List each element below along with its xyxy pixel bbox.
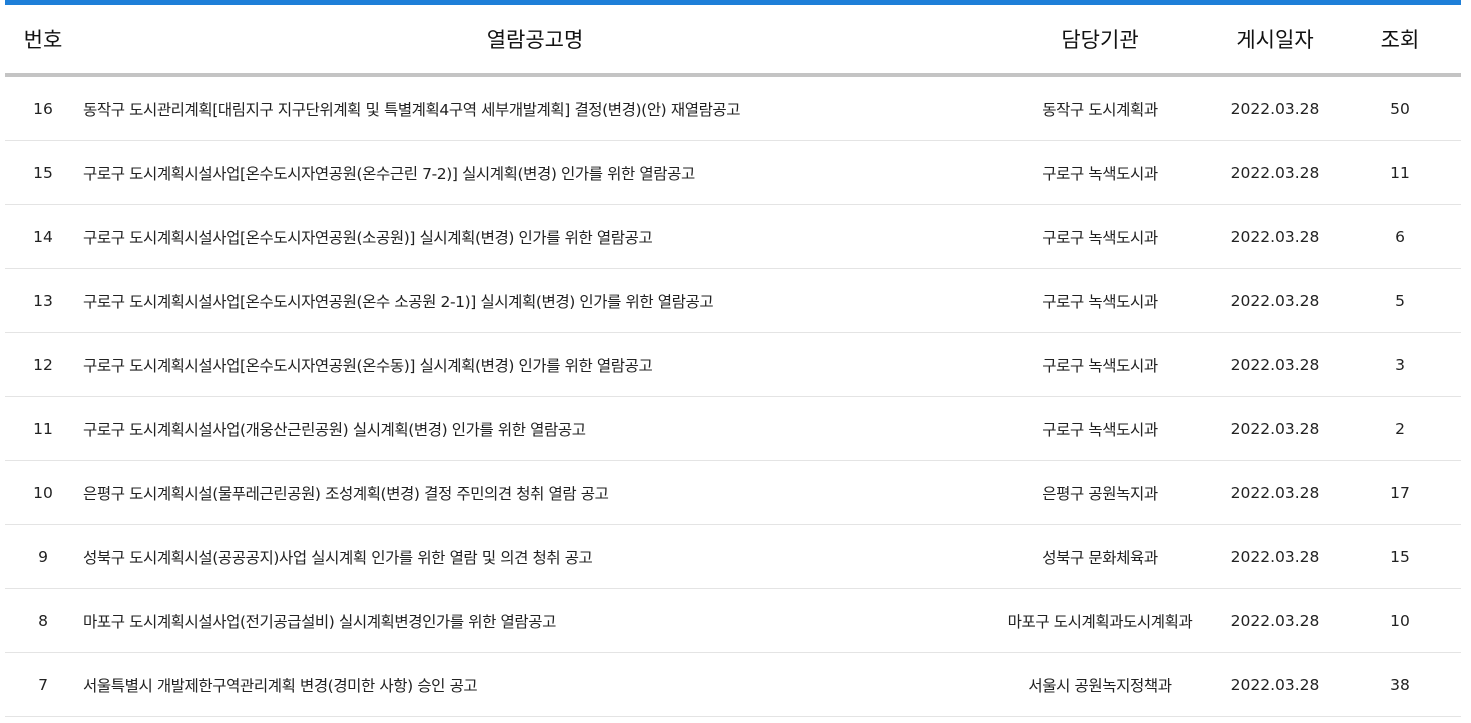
row-views: 10	[1339, 588, 1461, 653]
row-views: 11	[1339, 140, 1461, 205]
table-row[interactable]: 13 구로구 도시계획시설사업[온수도시자연공원(온수 소공원 2-1)] 실시…	[5, 268, 1461, 333]
row-number: 7	[5, 652, 81, 717]
row-number: 13	[5, 268, 81, 333]
row-number: 12	[5, 332, 81, 397]
row-views: 17	[1339, 460, 1461, 525]
row-date: 2022.03.28	[1211, 524, 1339, 589]
header-date: 게시일자	[1211, 5, 1339, 77]
row-date: 2022.03.28	[1211, 460, 1339, 525]
row-number: 14	[5, 204, 81, 269]
row-views: 6	[1339, 204, 1461, 269]
row-title-cell: 마포구 도시계획시설사업(전기공급설비) 실시계획변경인가를 위한 열람공고	[81, 588, 989, 653]
row-number: 15	[5, 140, 81, 205]
header-dept: 담당기관	[989, 5, 1211, 77]
row-title-link[interactable]: 서울특별시 개발제한구역관리계획 변경(경미한 사항) 승인 공고	[83, 677, 478, 695]
row-title-link[interactable]: 마포구 도시계획시설사업(전기공급설비) 실시계획변경인가를 위한 열람공고	[83, 613, 556, 631]
table-row[interactable]: 14 구로구 도시계획시설사업[온수도시자연공원(소공원)] 실시계획(변경) …	[5, 204, 1461, 269]
notice-table: 번호 열람공고명 담당기관 게시일자 조회 16 동작구 도시관리계획[대림지구…	[5, 5, 1461, 717]
row-views: 50	[1339, 75, 1461, 141]
row-title-link[interactable]: 구로구 도시계획시설사업[온수도시자연공원(온수동)] 실시계획(변경) 인가를…	[83, 357, 653, 375]
header-num: 번호	[5, 5, 81, 77]
row-dept: 성북구 문화체육과	[989, 524, 1211, 589]
row-date: 2022.03.28	[1211, 75, 1339, 141]
row-dept: 구로구 녹색도시과	[989, 204, 1211, 269]
row-title-link[interactable]: 은평구 도시계획시설(물푸레근린공원) 조성계획(변경) 결정 주민의견 청취 …	[83, 485, 609, 503]
row-dept: 구로구 녹색도시과	[989, 268, 1211, 333]
row-date: 2022.03.28	[1211, 332, 1339, 397]
table-row[interactable]: 11 구로구 도시계획시설사업(개웅산근린공원) 실시계획(변경) 인가를 위한…	[5, 396, 1461, 461]
row-number: 11	[5, 396, 81, 461]
table-body: 16 동작구 도시관리계획[대림지구 지구단위계획 및 특별계획4구역 세부개발…	[5, 75, 1461, 717]
row-title-link[interactable]: 성북구 도시계획시설(공공공지)사업 실시계획 인가를 위한 열람 및 의견 청…	[83, 549, 593, 567]
row-title-cell: 구로구 도시계획시설사업[온수도시자연공원(소공원)] 실시계획(변경) 인가를…	[81, 204, 989, 269]
table-row[interactable]: 10 은평구 도시계획시설(물푸레근린공원) 조성계획(변경) 결정 주민의견 …	[5, 460, 1461, 525]
row-date: 2022.03.28	[1211, 588, 1339, 653]
row-title-cell: 서울특별시 개발제한구역관리계획 변경(경미한 사항) 승인 공고	[81, 652, 989, 717]
row-title-cell: 동작구 도시관리계획[대림지구 지구단위계획 및 특별계획4구역 세부개발계획]…	[81, 75, 989, 141]
row-dept: 구로구 녹색도시과	[989, 396, 1211, 461]
row-title-cell: 구로구 도시계획시설사업[온수도시자연공원(온수동)] 실시계획(변경) 인가를…	[81, 332, 989, 397]
row-dept: 동작구 도시계획과	[989, 75, 1211, 141]
table-row[interactable]: 9 성북구 도시계획시설(공공공지)사업 실시계획 인가를 위한 열람 및 의견…	[5, 524, 1461, 589]
row-title-cell: 은평구 도시계획시설(물푸레근린공원) 조성계획(변경) 결정 주민의견 청취 …	[81, 460, 989, 525]
notice-board: 번호 열람공고명 담당기관 게시일자 조회 16 동작구 도시관리계획[대림지구…	[5, 0, 1461, 717]
row-views: 3	[1339, 332, 1461, 397]
row-date: 2022.03.28	[1211, 396, 1339, 461]
row-title-link[interactable]: 구로구 도시계획시설사업(개웅산근린공원) 실시계획(변경) 인가를 위한 열람…	[83, 421, 586, 439]
row-date: 2022.03.28	[1211, 204, 1339, 269]
header-views: 조회	[1339, 5, 1461, 77]
row-dept: 서울시 공원녹지정책과	[989, 652, 1211, 717]
row-views: 38	[1339, 652, 1461, 717]
row-title-link[interactable]: 구로구 도시계획시설사업[온수도시자연공원(온수 소공원 2-1)] 실시계획(…	[83, 293, 714, 311]
row-date: 2022.03.28	[1211, 140, 1339, 205]
row-title-cell: 구로구 도시계획시설사업(개웅산근린공원) 실시계획(변경) 인가를 위한 열람…	[81, 396, 989, 461]
table-row[interactable]: 12 구로구 도시계획시설사업[온수도시자연공원(온수동)] 실시계획(변경) …	[5, 332, 1461, 397]
row-title-link[interactable]: 동작구 도시관리계획[대림지구 지구단위계획 및 특별계획4구역 세부개발계획]…	[83, 101, 741, 119]
row-date: 2022.03.28	[1211, 268, 1339, 333]
table-row[interactable]: 16 동작구 도시관리계획[대림지구 지구단위계획 및 특별계획4구역 세부개발…	[5, 75, 1461, 141]
row-dept: 구로구 녹색도시과	[989, 332, 1211, 397]
row-dept: 마포구 도시계획과도시계획과	[989, 588, 1211, 653]
row-title-link[interactable]: 구로구 도시계획시설사업[온수도시자연공원(소공원)] 실시계획(변경) 인가를…	[83, 229, 653, 247]
row-date: 2022.03.28	[1211, 652, 1339, 717]
row-title-cell: 성북구 도시계획시설(공공공지)사업 실시계획 인가를 위한 열람 및 의견 청…	[81, 524, 989, 589]
header-title: 열람공고명	[81, 5, 989, 77]
table-row[interactable]: 7 서울특별시 개발제한구역관리계획 변경(경미한 사항) 승인 공고 서울시 …	[5, 652, 1461, 717]
row-number: 9	[5, 524, 81, 589]
row-dept: 은평구 공원녹지과	[989, 460, 1211, 525]
row-title-cell: 구로구 도시계획시설사업[온수도시자연공원(온수 소공원 2-1)] 실시계획(…	[81, 268, 989, 333]
table-row[interactable]: 8 마포구 도시계획시설사업(전기공급설비) 실시계획변경인가를 위한 열람공고…	[5, 588, 1461, 653]
row-title-cell: 구로구 도시계획시설사업[온수도시자연공원(온수근린 7-2)] 실시계획(변경…	[81, 140, 989, 205]
row-number: 10	[5, 460, 81, 525]
table-header: 번호 열람공고명 담당기관 게시일자 조회	[5, 5, 1461, 77]
row-number: 8	[5, 588, 81, 653]
row-views: 15	[1339, 524, 1461, 589]
row-views: 5	[1339, 268, 1461, 333]
row-dept: 구로구 녹색도시과	[989, 140, 1211, 205]
header-row: 번호 열람공고명 담당기관 게시일자 조회	[5, 5, 1461, 77]
row-views: 2	[1339, 396, 1461, 461]
row-title-link[interactable]: 구로구 도시계획시설사업[온수도시자연공원(온수근린 7-2)] 실시계획(변경…	[83, 165, 695, 183]
table-row[interactable]: 15 구로구 도시계획시설사업[온수도시자연공원(온수근린 7-2)] 실시계획…	[5, 140, 1461, 205]
row-number: 16	[5, 75, 81, 141]
